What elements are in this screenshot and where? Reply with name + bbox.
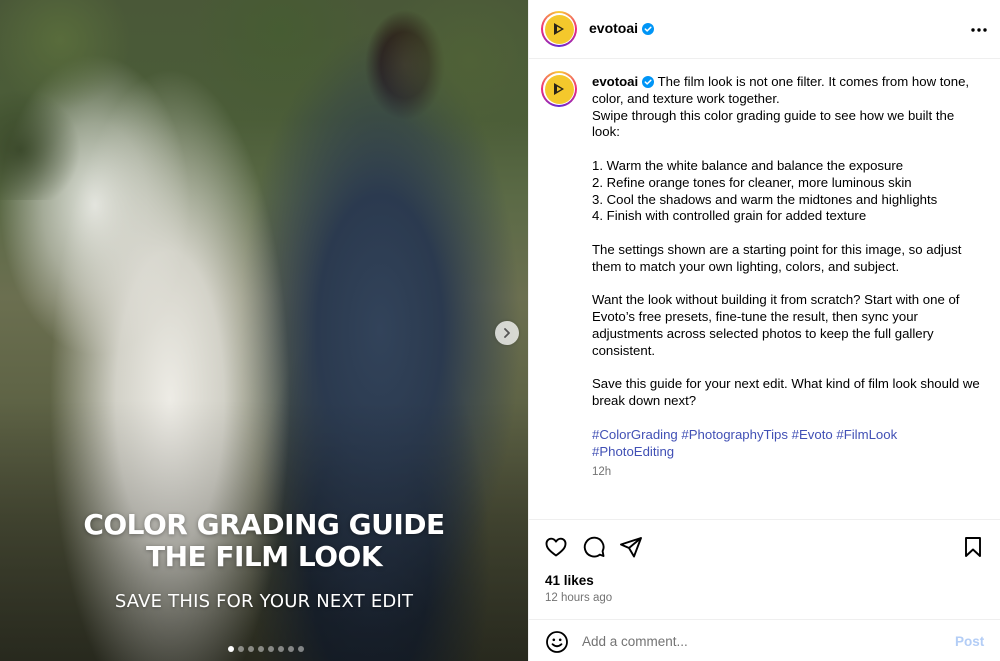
caption-text: evotoai The film look is not one filter.… [592,74,984,410]
smiley-icon [546,631,568,653]
like-button[interactable] [543,534,569,560]
comment-icon [583,536,605,558]
share-icon [620,537,642,558]
post-details-panel: evotoai evotoai The film look is not one… [528,0,1000,661]
chevron-right-icon [504,328,510,338]
bookmark-icon [965,537,981,557]
share-button[interactable] [618,534,644,560]
post-media[interactable]: COLOR GRADING GUIDE THE FILM LOOK SAVE T… [0,0,528,661]
carousel-dot [268,646,274,652]
caption-section: evotoai The film look is not one filter.… [529,60,1000,519]
caption-username[interactable]: evotoai [592,74,638,89]
header-username[interactable]: evotoai [589,20,655,36]
overlay-title-line-1: COLOR GRADING GUIDE [83,508,445,541]
heart-icon [545,537,567,557]
carousel-next-button[interactable] [495,321,519,345]
comment-input[interactable] [582,629,932,653]
overlay-title-line-2: THE FILM LOOK [145,540,383,573]
more-options-button[interactable] [969,20,989,40]
background-trees [0,0,528,200]
carousel-dot-active [228,646,234,652]
carousel-dots [228,646,304,652]
post-actions: 41 likes 12 hours ago [529,519,1000,619]
carousel-dot [258,646,264,652]
carousel-dot [288,646,294,652]
save-button[interactable] [960,534,986,560]
post-header: evotoai [529,0,1000,59]
posted-time: 12 hours ago [545,592,613,604]
avatar[interactable] [541,11,577,47]
more-horizontal-icon [971,28,987,32]
likes-count[interactable]: 41 likes [545,573,594,588]
overlay-subtitle: SAVE THIS FOR YOUR NEXT EDIT [114,591,414,612]
carousel-dot [278,646,284,652]
comment-bar: Post [529,619,1000,661]
caption-avatar[interactable] [541,71,577,107]
carousel-dot [298,646,304,652]
emoji-button[interactable] [545,630,569,654]
verified-badge-icon [642,76,655,88]
evoto-logo-icon [554,23,564,35]
comment-button[interactable] [581,534,607,560]
caption-body: The film look is not one filter. It come… [592,74,980,409]
carousel-dot [248,646,254,652]
post-comment-button[interactable]: Post [955,634,984,649]
evoto-logo-icon [554,83,564,95]
caption-timestamp: 12h [592,466,612,478]
carousel-dot [238,646,244,652]
header-username-text[interactable]: evotoai [589,20,638,36]
caption-hashtags[interactable]: #ColorGrading #PhotographyTips #Evoto #F… [592,427,984,461]
verified-badge-icon [642,23,655,35]
